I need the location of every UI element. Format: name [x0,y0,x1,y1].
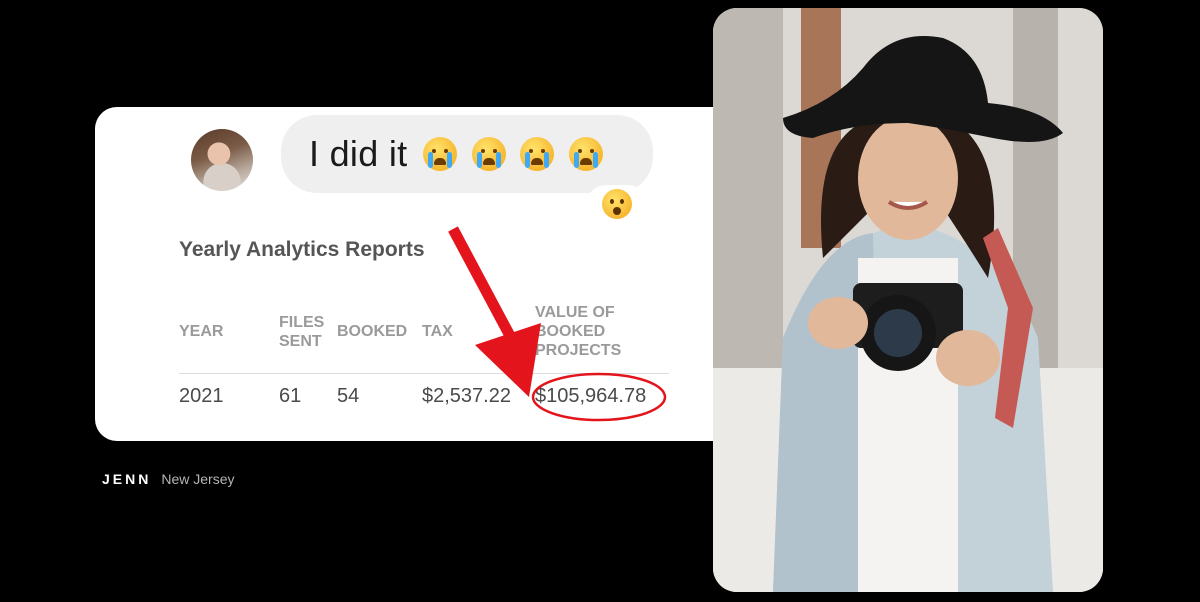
header-value-line3: PROJECTS [535,342,622,359]
emoji-group [413,137,603,171]
reaction-badge[interactable] [585,185,649,229]
header-booked: BOOKED [337,323,408,340]
message-card: I did it Yearly Analytics Reports YEAR F… [95,107,741,441]
loudly-crying-face-icon [520,137,555,171]
table-divider [179,373,669,374]
photographer-photo [713,8,1103,592]
header-value: VALUE OF BOOKED PROJECTS [535,303,621,360]
red-arrow-icon [448,226,541,397]
header-files-sent-line1: FILES [279,314,325,331]
chat-bubble: I did it [281,115,653,193]
loudly-crying-face-icon [471,137,506,171]
astonished-face-icon [602,189,632,219]
header-files-sent: FILES SENT [279,313,324,351]
chat-message: I did it [309,133,408,174]
cell-booked: 54 [337,385,360,407]
avatar [191,129,253,191]
brand-footer: JENN New Jersey [102,471,235,487]
loudly-crying-face-icon [423,137,458,171]
loudly-crying-face-icon [568,137,603,171]
header-value-line1: VALUE OF [535,304,615,321]
cell-files-sent: 61 [279,385,302,407]
report-title: Yearly Analytics Reports [179,238,425,261]
brand-location: New Jersey [161,471,235,487]
header-value-line2: BOOKED [535,323,606,340]
header-tax: TAX [422,323,453,340]
cell-year: 2021 [179,385,224,407]
header-year: YEAR [179,323,224,340]
cell-value: $105,964.78 [535,385,647,407]
brand-name: JENN [102,471,152,487]
cell-tax: $2,537.22 [422,385,511,407]
header-files-sent-line2: SENT [279,333,322,350]
